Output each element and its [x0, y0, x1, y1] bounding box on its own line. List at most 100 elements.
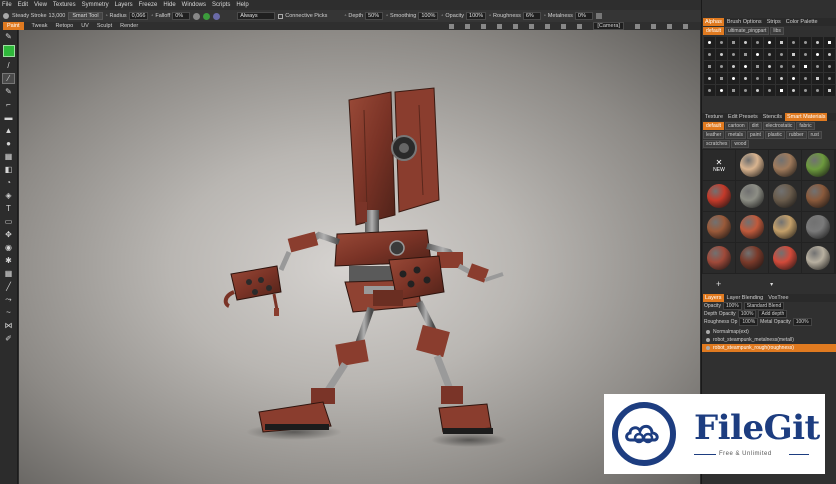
layers-tab-layer-blending[interactable]: Layer Blending — [725, 294, 766, 302]
mirror-icon[interactable]: ⋈ — [2, 320, 15, 331]
alpha-brush-icon[interactable] — [764, 61, 775, 72]
alpha-brush-icon[interactable] — [704, 73, 715, 84]
alpha-brush-icon[interactable] — [800, 73, 811, 84]
smart-material-thumb[interactable] — [769, 150, 801, 180]
pen-icon[interactable]: ⌐ — [2, 99, 15, 110]
materials-tab-smart-materials[interactable]: Smart Materials — [784, 113, 828, 121]
materials-tab-edit-presets[interactable]: Edit Presets — [726, 113, 760, 121]
mode-tab-tweak[interactable]: Tweak — [32, 22, 48, 30]
text-icon[interactable]: T — [2, 203, 15, 214]
alpha-brush-icon[interactable] — [800, 49, 811, 60]
brush-icon[interactable]: / — [2, 60, 15, 71]
material-filter-rust[interactable]: rust — [807, 131, 822, 139]
menu-file[interactable]: File — [2, 0, 12, 10]
line-icon[interactable]: ✎ — [2, 86, 15, 97]
alphas-tab-strips[interactable]: Strips — [765, 18, 783, 26]
alpha-brush-icon[interactable] — [812, 85, 823, 96]
material-filter-scratches[interactable]: scratches — [703, 140, 731, 148]
alpha-brush-icon[interactable] — [752, 49, 763, 60]
alpha-filter-ultimate-pingpart[interactable]: ultimate_pingpart — [725, 27, 770, 35]
steady-stroke-value[interactable]: 13,000 — [49, 13, 66, 19]
alpha-brush-icon[interactable] — [728, 49, 739, 60]
metal-opacity-value[interactable]: 100% — [792, 318, 812, 326]
mode-tab-paint[interactable]: Paint — [3, 22, 24, 30]
pencil-icon[interactable]: ⁄ — [2, 73, 15, 84]
alpha-filter-default[interactable]: default — [703, 27, 725, 35]
alpha-brush-icon[interactable] — [752, 73, 763, 84]
view-icon-4[interactable] — [497, 23, 503, 29]
smart-material-thumb[interactable] — [736, 243, 768, 273]
alpha-brush-icon[interactable] — [752, 37, 763, 48]
materials-tab-stencils[interactable]: Stencils — [761, 113, 784, 121]
material-filter-electrostatic[interactable]: electrostatic — [762, 122, 796, 130]
eraser-icon[interactable]: ◈ — [2, 190, 15, 201]
smart-material-thumb[interactable] — [802, 212, 834, 242]
visibility-eye-icon[interactable] — [706, 346, 710, 350]
material-filter-rubber[interactable]: rubber — [786, 131, 807, 139]
camera-select[interactable]: [Camera] — [593, 22, 624, 30]
menu-edit[interactable]: Edit — [18, 0, 28, 10]
smoothing-control[interactable]: ◦ Smoothing 100% — [386, 12, 439, 20]
clone-icon[interactable]: ▦ — [2, 151, 15, 162]
alpha-brush-icon[interactable] — [764, 85, 775, 96]
grid-icon[interactable]: ▦ — [2, 268, 15, 279]
view-icon-6[interactable] — [529, 23, 535, 29]
alpha-brush-icon[interactable] — [800, 85, 811, 96]
3d-viewport[interactable] — [19, 30, 700, 484]
alpha-brush-icon[interactable] — [716, 37, 727, 48]
material-filter-dirt[interactable]: dirt — [748, 122, 762, 130]
alpha-brush-icon[interactable] — [824, 85, 835, 96]
alpha-brush-icon[interactable] — [728, 85, 739, 96]
smart-material-thumb[interactable] — [736, 212, 768, 242]
smart-material-thumb[interactable] — [769, 212, 801, 242]
stamp-icon[interactable]: ● — [2, 138, 15, 149]
alpha-brush-icon[interactable] — [812, 49, 823, 60]
view-icon-2[interactable] — [465, 23, 471, 29]
alpha-brush-icon[interactable] — [800, 37, 811, 48]
material-filter-plastic[interactable]: plastic — [764, 131, 786, 139]
material-filter-metals[interactable]: metals — [725, 131, 747, 139]
alpha-brush-icon[interactable] — [740, 49, 751, 60]
alpha-brush-icon[interactable] — [704, 85, 715, 96]
alpha-brush-icon[interactable] — [824, 61, 835, 72]
shader-sphere-icon[interactable] — [213, 12, 221, 20]
menu-scripts[interactable]: Scripts — [212, 0, 230, 10]
roughness-opacity-value[interactable]: 100% — [739, 318, 759, 326]
view-icon-1[interactable] — [449, 23, 455, 29]
alpha-brush-icon[interactable] — [716, 49, 727, 60]
measure-icon[interactable]: ✐ — [2, 333, 15, 344]
smart-material-thumb[interactable] — [802, 243, 834, 273]
alpha-brush-icon[interactable] — [752, 61, 763, 72]
gradient-icon[interactable]: ◧ — [2, 164, 15, 175]
connective-picks[interactable]: Connective Picks — [278, 13, 327, 19]
alpha-brush-icon[interactable] — [728, 37, 739, 48]
smudge-icon[interactable]: ◔ — [2, 177, 15, 188]
smart-material-thumb[interactable] — [703, 212, 735, 242]
menu-symmetry[interactable]: Symmetry — [82, 0, 109, 10]
layer-item[interactable]: robot_steampunk_metalness(metall) — [702, 336, 836, 344]
layer-item[interactable]: Normalmap(ext) — [702, 328, 836, 336]
alphas-tab-brush-options[interactable]: Brush Options — [725, 18, 764, 26]
menu-view[interactable]: View — [34, 0, 47, 10]
always-dropdown[interactable]: Always — [237, 12, 276, 20]
new-material-button[interactable]: ✕ NEW — [703, 150, 735, 180]
alphas-tab-alphas[interactable]: Alphas — [703, 18, 724, 26]
alpha-brush-icon[interactable] — [812, 61, 823, 72]
expand-icon[interactable]: ▾ — [770, 281, 773, 288]
alpha-brush-icon[interactable] — [788, 37, 799, 48]
visibility-eye-icon[interactable] — [706, 330, 710, 334]
falloff-input[interactable]: 0% — [172, 12, 191, 20]
alpha-brush-icon[interactable] — [788, 73, 799, 84]
pan-icon[interactable] — [667, 23, 672, 29]
layers-tab-voxtree[interactable]: VoxTree — [766, 294, 790, 302]
material-filter-cartoon[interactable]: cartoon — [725, 122, 748, 130]
color-sphere-icon[interactable] — [203, 12, 211, 20]
menu-freeze[interactable]: Freeze — [139, 0, 158, 10]
fullscreen-icon[interactable] — [635, 23, 640, 29]
depth-input[interactable]: 50% — [365, 12, 384, 20]
alpha-brush-icon[interactable] — [776, 73, 787, 84]
smart-material-thumb[interactable] — [769, 243, 801, 273]
smart-material-thumb[interactable] — [769, 181, 801, 211]
alpha-brush-icon[interactable] — [704, 61, 715, 72]
alpha-brush-icon[interactable] — [740, 37, 751, 48]
